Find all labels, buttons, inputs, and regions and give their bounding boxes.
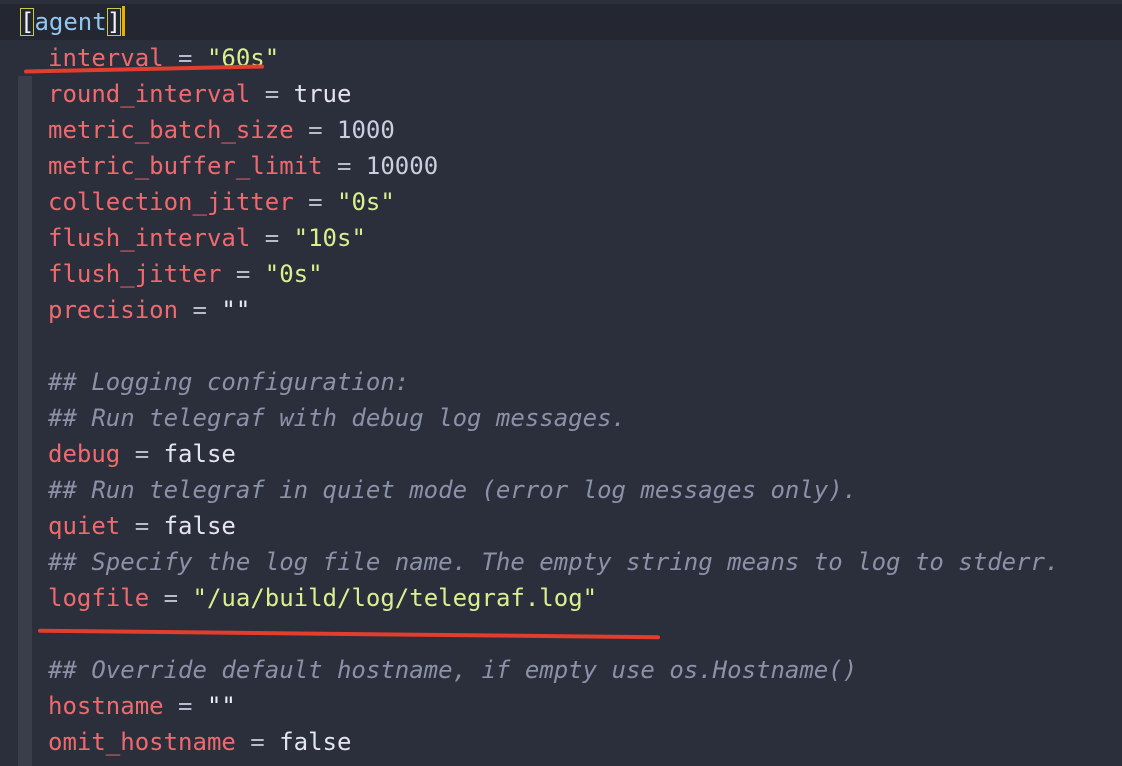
code-comment: ## Logging configuration:: [48, 368, 410, 396]
config-value: 1000: [337, 116, 395, 144]
code-line[interactable]: omit_hostname = false: [0, 724, 1122, 766]
equals-operator: =: [322, 152, 366, 180]
code-line[interactable]: round_interval = true: [0, 76, 1122, 148]
code-line[interactable]: flush_interval = "10s": [0, 220, 1122, 292]
code-comment: ## Override default hostname, if empty u…: [48, 656, 858, 684]
code-line[interactable]: quiet = false: [0, 508, 1122, 580]
config-key: logfile: [48, 584, 150, 612]
equals-operator: =: [178, 296, 222, 324]
config-value: true: [293, 80, 352, 108]
config-value: "0s": [337, 188, 395, 216]
code-line[interactable]: precision = "": [0, 292, 1122, 364]
code-line[interactable]: metric_buffer_limit = 10000: [0, 148, 1122, 220]
config-key: precision: [48, 296, 179, 324]
config-value: "": [206, 692, 236, 720]
code-line[interactable]: ## Logging configuration:: [0, 364, 1122, 436]
config-key: quiet: [48, 512, 121, 540]
config-value: false: [163, 440, 236, 468]
equals-operator: =: [235, 728, 280, 756]
equals-operator: =: [293, 116, 337, 144]
code-comment: ## Specify the log file name. The empty …: [48, 548, 1060, 576]
code-line[interactable]: metric_batch_size = 1000: [0, 112, 1122, 184]
config-value: "": [221, 296, 251, 324]
config-key: debug: [48, 440, 121, 468]
code-line[interactable]: ## Run telegraf with debug log messages.: [0, 400, 1122, 472]
code-line[interactable]: ## Override default hostname, if empty u…: [0, 652, 1122, 724]
config-key: metric_buffer_limit: [48, 152, 323, 180]
indent-guide: [18, 760, 32, 766]
code-line[interactable]: interval = "60s": [0, 40, 1122, 112]
code-line[interactable]: debug = false: [0, 436, 1122, 508]
code-line[interactable]: collection_jitter = "0s": [0, 184, 1122, 256]
equals-operator: =: [163, 692, 207, 720]
config-key: hostname: [48, 692, 164, 720]
code-line[interactable]: flush_jitter = "0s": [0, 256, 1122, 328]
code-line-blank[interactable]: [0, 328, 1122, 400]
close-bracket: ]: [106, 8, 122, 36]
equals-operator: =: [149, 584, 193, 612]
section-name: agent: [34, 8, 107, 36]
config-key: round_interval: [48, 80, 251, 108]
equals-operator: =: [221, 260, 265, 288]
code-line[interactable]: logfile = "/ua/build/log/telegraf.log": [0, 580, 1122, 652]
config-value: "0s": [264, 260, 323, 288]
code-editor[interactable]: [agent] interval = "60s" round_interval …: [0, 0, 1122, 766]
config-key: flush_interval: [48, 224, 251, 252]
config-key: collection_jitter: [48, 188, 294, 216]
code-comment: ## Run telegraf with debug log messages.: [48, 404, 626, 432]
config-key: flush_jitter: [48, 260, 222, 288]
config-value: "10s": [293, 224, 366, 252]
section-header: [agent]: [20, 4, 126, 40]
open-bracket: [: [20, 8, 35, 36]
config-value: false: [163, 512, 236, 540]
config-value: "/ua/build/log/telegraf.log": [192, 584, 598, 612]
config-key: omit_hostname: [48, 728, 236, 756]
equals-operator: =: [250, 80, 294, 108]
equals-operator: =: [120, 512, 164, 540]
text-cursor: [122, 6, 126, 36]
config-key: metric_batch_size: [48, 116, 294, 144]
equals-operator: =: [120, 440, 164, 468]
equals-operator: =: [293, 188, 337, 216]
code-line[interactable]: hostname = "": [0, 688, 1122, 760]
config-value: false: [279, 728, 352, 756]
code-line[interactable]: ## Run telegraf in quiet mode (error log…: [0, 472, 1122, 544]
code-line-section-header[interactable]: [agent]: [0, 4, 1122, 40]
code-line[interactable]: ## Specify the log file name. The empty …: [0, 544, 1122, 616]
code-comment: ## Run telegraf in quiet mode (error log…: [48, 476, 858, 504]
equals-operator: =: [250, 224, 294, 252]
config-value: 10000: [365, 152, 439, 180]
